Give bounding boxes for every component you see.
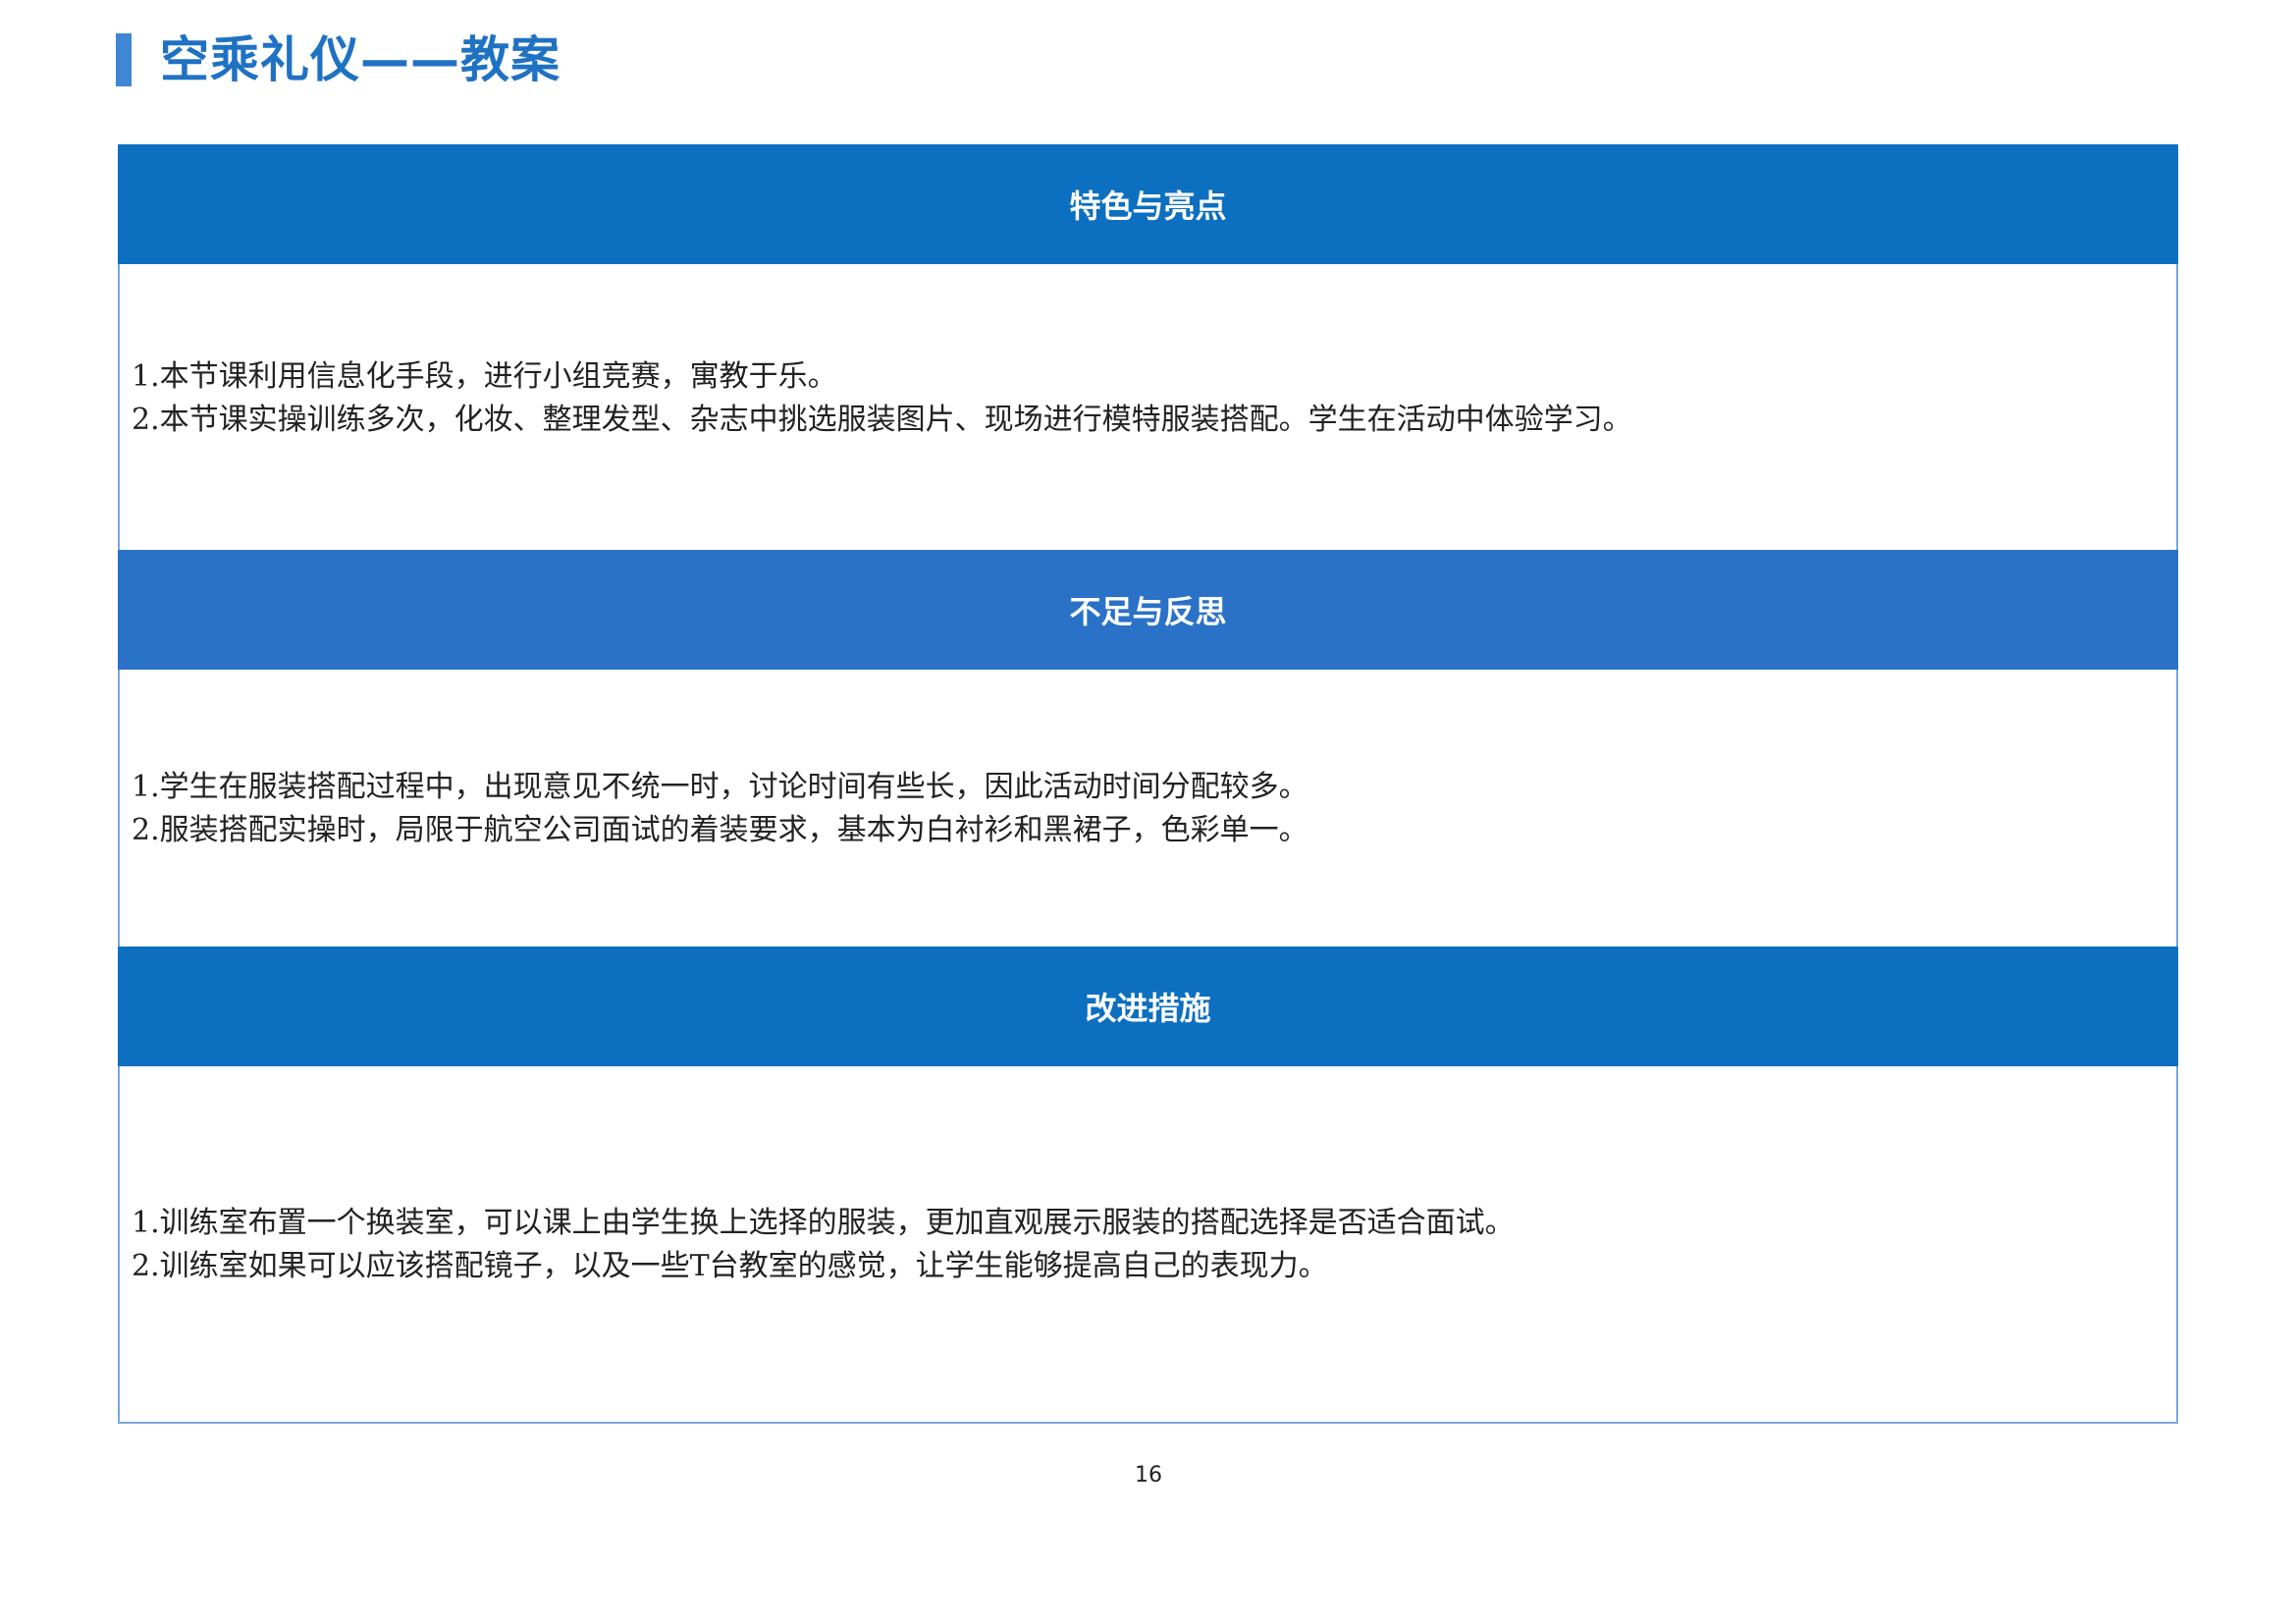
body-line: 1.训练室布置一个换装室，可以课上由学生换上选择的服装，更加直观展示服装的搭配选…	[132, 1206, 1515, 1240]
title-accent-bar	[116, 33, 132, 86]
section-heading: 改进措施	[1085, 990, 1211, 1027]
body-line: 1.学生在服装搭配过程中，出现意见不统一时，讨论时间有些长，因此活动时间分配较多…	[132, 770, 1308, 804]
section-heading: 特色与亮点	[1069, 188, 1227, 225]
section-body-highlights: 1.本节课利用信息化手段，进行小组竞赛，寓教于乐。 2.本节课实操训练多次，化妆…	[132, 355, 2154, 442]
section-header-improvements: 改进措施	[118, 947, 2178, 1066]
section-body-improvements: 1.训练室布置一个换装室，可以课上由学生换上选择的服装，更加直观展示服装的搭配选…	[132, 1202, 2154, 1288]
body-line: 2.本节课实操训练多次，化妆、整理发型、杂志中挑选服装图片、现场进行模特服装搭配…	[132, 403, 1632, 437]
body-line: 1.本节课利用信息化手段，进行小组竞赛，寓教于乐。	[132, 359, 837, 394]
body-line: 2.服装搭配实操时，局限于航空公司面试的着装要求，基本为白衬衫和黑裙子，色彩单一…	[132, 813, 1308, 847]
section-header-highlights: 特色与亮点	[118, 144, 2178, 264]
section-heading: 不足与反思	[1069, 593, 1227, 630]
section-body-reflection: 1.学生在服装搭配过程中，出现意见不统一时，讨论时间有些长，因此活动时间分配较多…	[132, 766, 2154, 852]
page-title: 空乘礼仪——教案	[160, 31, 561, 88]
body-line: 2.训练室如果可以应该搭配镜子，以及一些T台教室的感觉，让学生能够提高自己的表现…	[132, 1249, 1328, 1283]
section-header-reflection: 不足与反思	[118, 550, 2178, 670]
page-number: 16	[1135, 1463, 1162, 1488]
